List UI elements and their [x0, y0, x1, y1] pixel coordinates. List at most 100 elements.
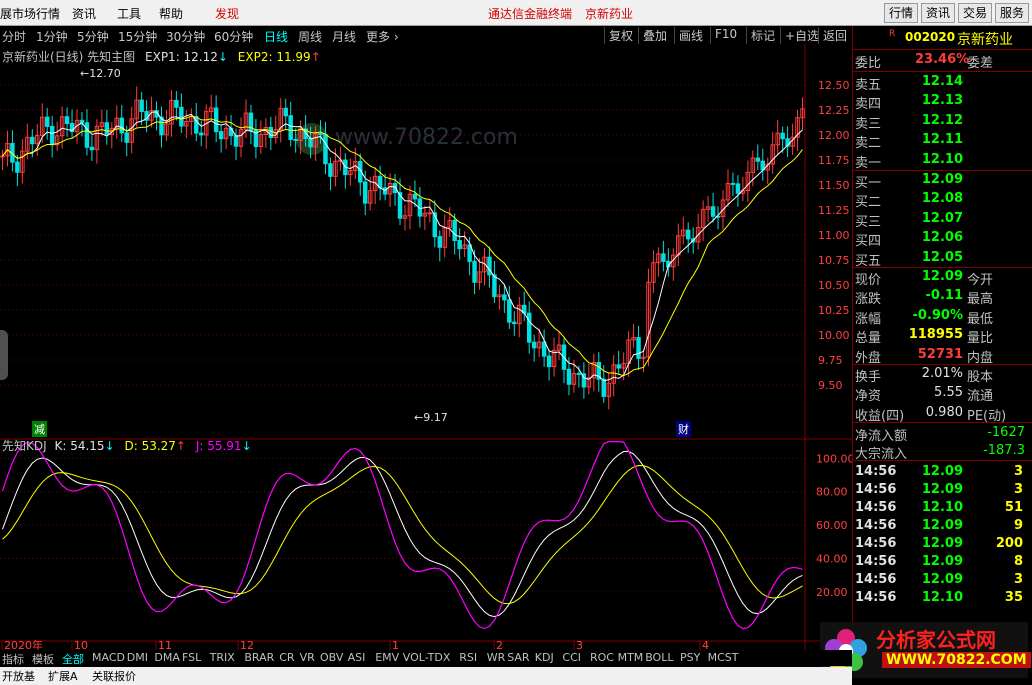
ask-price: 12.11 — [921, 132, 963, 148]
btn-quotes[interactable]: 行情 — [884, 3, 919, 23]
candle-body — [179, 106, 184, 127]
r-badge: R — [889, 29, 896, 39]
stat-label: 涨跌 — [855, 292, 882, 308]
stock-name: 京新药业 — [957, 32, 1013, 48]
marker-finance[interactable]: 财 — [676, 421, 691, 437]
collapse-handle[interactable] — [0, 330, 8, 380]
kdj-axis-label: 40.00 — [816, 553, 848, 566]
indicator-tab[interactable]: 模板 — [32, 651, 54, 667]
kdj-d: D: 53.27 — [124, 439, 176, 453]
indicator-tab[interactable]: BOLL — [645, 651, 673, 664]
menu-bar: 展市场行情 资讯 工具 帮助 发现 通达信金融终端 京新药业 行情 资讯 交易 … — [0, 0, 1032, 26]
btn-adjust[interactable]: 复权 — [604, 27, 637, 44]
app-title: 通达信金融终端 — [488, 7, 573, 21]
tab-ext-a[interactable]: 扩展A — [48, 668, 78, 684]
period-tick[interactable]: 分时 — [2, 28, 26, 45]
indicator-tab[interactable]: VOL-TDX — [403, 651, 451, 664]
menu-discover[interactable]: 发现 — [215, 5, 239, 22]
indicator-tab[interactable]: VR — [300, 651, 315, 664]
indicator-tab[interactable]: ASI — [348, 651, 366, 664]
period-5min[interactable]: 5分钟 — [77, 28, 109, 45]
period-more[interactable]: 更多 › — [366, 28, 399, 45]
price-axis-label: 9.50 — [818, 379, 843, 392]
indicator-tab[interactable]: DMI — [127, 651, 148, 664]
indicator-tab[interactable]: OBV — [320, 651, 343, 664]
indicator-tab[interactable]: SAR — [507, 651, 529, 664]
candle-body — [457, 239, 462, 250]
menu-news[interactable]: 资讯 — [72, 5, 96, 22]
kdj-j-arrow: ↓ — [241, 439, 252, 453]
bid-price: 12.08 — [921, 191, 963, 207]
price-axis-label: 11.50 — [818, 179, 850, 192]
btn-add-favorite[interactable]: +自选 — [780, 27, 823, 44]
indicator-tab[interactable]: DMA — [154, 651, 180, 664]
indicator-tab[interactable]: BRAR — [244, 651, 274, 664]
candle-body — [452, 219, 457, 241]
indicator-tab[interactable]: WR — [487, 651, 506, 664]
candle-body — [318, 133, 323, 136]
period-1min[interactable]: 1分钟 — [36, 28, 68, 45]
indicator-tab[interactable]: 指标 — [2, 651, 24, 667]
stock-title: 京新药业 — [585, 7, 634, 21]
low-price-label: ←9.17 — [414, 411, 448, 424]
indicator-tab[interactable]: EMV — [375, 651, 399, 664]
indicator-tab[interactable]: CR — [279, 651, 294, 664]
candle-body — [636, 337, 641, 359]
indicator-tab[interactable]: FSL — [182, 651, 201, 664]
weibi-label: 委比 — [855, 56, 882, 71]
candle-body — [576, 372, 582, 375]
kdj-j: J: 55.91 — [195, 439, 242, 453]
btn-trade[interactable]: 交易 — [958, 3, 993, 23]
bid-price: 12.09 — [921, 172, 963, 187]
tick-volume: 200 — [995, 536, 1023, 551]
kdj-axis-label: 60.00 — [816, 519, 848, 532]
stat2-label: 净资 — [855, 389, 882, 405]
menu-tools[interactable]: 工具 — [117, 5, 141, 22]
btn-draw[interactable]: 画线 — [674, 27, 707, 44]
tick-price: 12.09 — [921, 464, 963, 479]
candle-body — [566, 368, 572, 385]
period-30min[interactable]: 30分钟 — [166, 28, 205, 45]
candle-body — [526, 312, 532, 343]
tab-related[interactable]: 关联报价 — [92, 668, 136, 684]
candle-body — [124, 132, 129, 143]
btn-back[interactable]: 返回 — [818, 27, 851, 44]
indicator-tab[interactable]: MTM — [618, 651, 644, 664]
menu-market[interactable]: 展市场行情 — [0, 5, 60, 22]
chart-area[interactable]: www.70822.com 12.50 12.25 12.00 11.75 11.50 1… — [0, 44, 852, 650]
indicator-tab[interactable]: PSY — [680, 651, 700, 664]
candle-body — [710, 206, 716, 217]
btn-service[interactable]: 服务 — [995, 3, 1030, 23]
candle-body — [512, 321, 517, 325]
period-15min[interactable]: 15分钟 — [118, 28, 157, 45]
weibi-value: 23.46% — [915, 52, 970, 67]
btn-mark[interactable]: 标记 — [746, 27, 779, 44]
period-weekly[interactable]: 周线 — [298, 28, 322, 45]
stat-value: -0.11 — [925, 288, 963, 304]
period-60min[interactable]: 60分钟 — [214, 28, 253, 45]
indicator-tab[interactable]: KDJ — [535, 651, 554, 664]
candle-body — [487, 256, 492, 276]
candle-body — [472, 260, 477, 283]
menu-help[interactable]: 帮助 — [159, 5, 183, 22]
stat-label: 现价 — [855, 273, 882, 288]
btn-overlay[interactable]: 叠加 — [638, 27, 671, 44]
price-axis-label: 10.50 — [818, 279, 850, 292]
indicator-tab[interactable]: RSI — [459, 651, 477, 664]
date-axis-label: 12 — [240, 639, 254, 650]
indicator-tab[interactable]: MACD — [92, 651, 125, 664]
period-daily[interactable]: 日线 — [264, 28, 288, 45]
period-monthly[interactable]: 月线 — [332, 28, 356, 45]
tick-volume: 8 — [1013, 554, 1023, 569]
indicator-tab[interactable]: CCI — [562, 651, 581, 664]
btn-news[interactable]: 资讯 — [921, 3, 956, 23]
tick-price: 12.10 — [921, 500, 963, 515]
indicator-tab[interactable]: TRIX — [210, 651, 235, 664]
marker-reduce[interactable]: 减 — [32, 421, 47, 437]
indicator-tab[interactable]: ROC — [590, 651, 614, 664]
indicator-tab[interactable]: 全部 — [62, 651, 84, 667]
indicator-tab[interactable]: MCST — [708, 651, 739, 664]
tab-fund[interactable]: 开放基 — [2, 668, 35, 684]
btn-f10[interactable]: F10 — [710, 27, 741, 44]
candle-body — [362, 181, 368, 204]
